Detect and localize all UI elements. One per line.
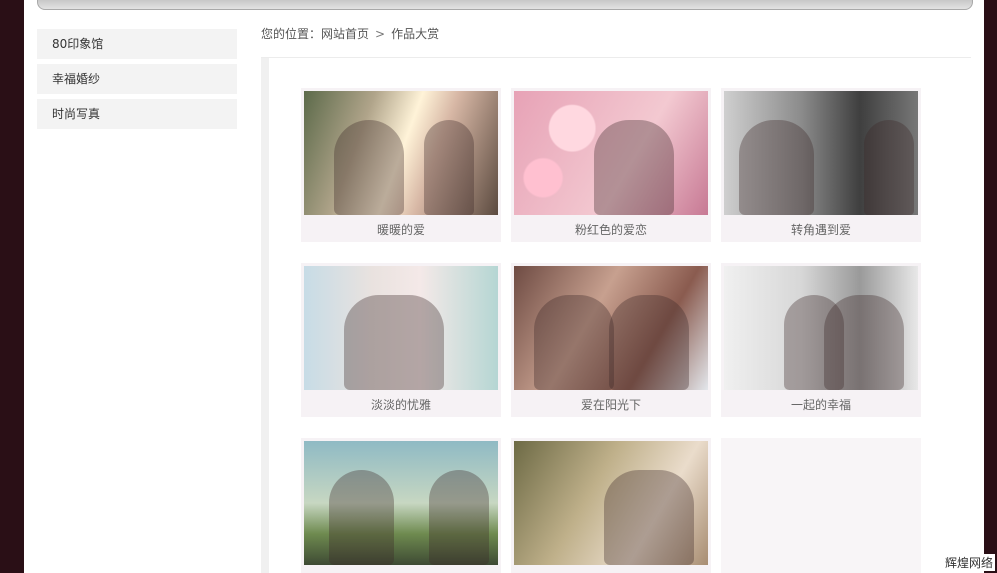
gallery-card-empty [721, 438, 921, 573]
gallery-card[interactable]: 一起的幸福 [721, 263, 921, 417]
gallery-card[interactable]: 淡淡的忧雅 [301, 263, 501, 417]
gallery-card[interactable]: 爱在阳光下 [511, 263, 711, 417]
person-figure [334, 120, 404, 215]
gallery-card[interactable]: 转角遇到爱 [721, 88, 921, 242]
person-figure [824, 295, 904, 390]
gallery-photo[interactable] [724, 91, 918, 215]
gallery-caption[interactable]: 粉红色的爱恋 [511, 218, 711, 242]
gallery-card[interactable] [511, 438, 711, 573]
gallery-caption[interactable]: 暖暖的爱 [301, 218, 501, 242]
breadcrumb-current: 作品大赏 [391, 27, 440, 41]
sidebar-item-80-impression[interactable]: 80印象馆 [37, 29, 237, 59]
gallery-photo[interactable] [304, 441, 498, 565]
sidebar: 80印象馆 幸福婚纱 时尚写真 [37, 29, 237, 134]
gallery-card[interactable]: 粉红色的爱恋 [511, 88, 711, 242]
divider [261, 57, 971, 58]
gallery-photo[interactable] [514, 441, 708, 565]
gallery-caption[interactable]: 淡淡的忧雅 [301, 393, 501, 417]
person-figure [344, 295, 444, 390]
page-container: 80印象馆 幸福婚纱 时尚写真 您的位置：网站首页 > 作品大赏 暖暖的爱 粉红色的… [24, 0, 984, 573]
gallery-card[interactable] [301, 438, 501, 573]
person-figure [739, 120, 814, 215]
breadcrumb-separator: > [375, 27, 386, 41]
gallery-photo[interactable] [514, 266, 708, 390]
gallery-card[interactable]: 暖暖的爱 [301, 88, 501, 242]
breadcrumb: 您的位置：网站首页 > 作品大赏 [261, 25, 439, 42]
person-figure [329, 470, 394, 565]
watermark-text: 辉煌网络 [942, 554, 995, 571]
gallery-caption[interactable]: 爱在阳光下 [511, 393, 711, 417]
sidebar-item-fashion-portrait[interactable]: 时尚写真 [37, 99, 237, 129]
content-rail [261, 58, 269, 573]
top-bar [37, 0, 973, 10]
person-figure [429, 470, 489, 565]
breadcrumb-prefix: 您的位置： [261, 27, 322, 41]
person-figure [609, 295, 689, 390]
breadcrumb-home-link[interactable]: 网站首页 [321, 27, 369, 41]
sidebar-item-wedding[interactable]: 幸福婚纱 [37, 64, 237, 94]
person-figure [864, 120, 914, 215]
gallery-photo[interactable] [724, 266, 918, 390]
gallery-caption[interactable]: 一起的幸福 [721, 393, 921, 417]
gallery-caption[interactable] [511, 568, 711, 573]
gallery-photo[interactable] [304, 266, 498, 390]
person-figure [594, 120, 674, 215]
person-figure [424, 120, 474, 215]
gallery-caption[interactable]: 转角遇到爱 [721, 218, 921, 242]
gallery-photo[interactable] [514, 91, 708, 215]
person-figure [534, 295, 614, 390]
person-figure [604, 470, 694, 565]
gallery-photo[interactable] [304, 91, 498, 215]
gallery-caption[interactable] [301, 568, 501, 573]
